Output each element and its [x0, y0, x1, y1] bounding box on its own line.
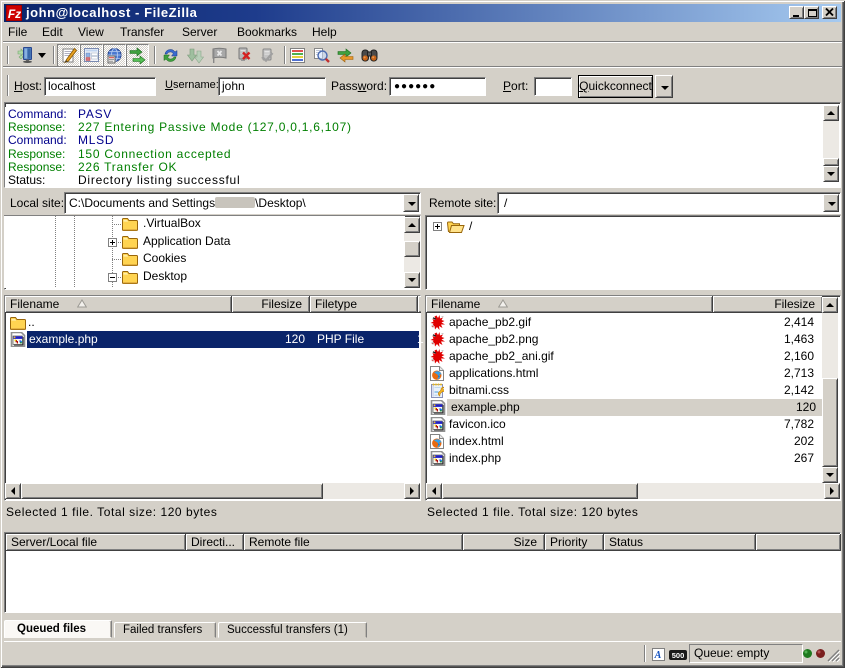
svg-text:500: 500	[672, 651, 685, 660]
svg-text:Fz: Fz	[8, 7, 21, 21]
svg-text:A: A	[654, 650, 662, 661]
